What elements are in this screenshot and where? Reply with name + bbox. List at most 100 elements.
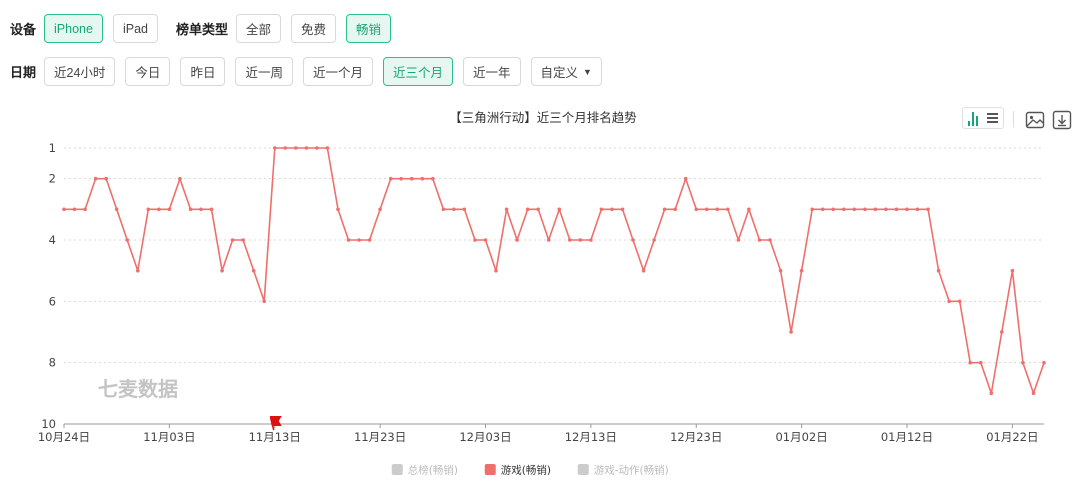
data-point [905,207,909,212]
x-tick-label-5: 12月13日 [565,430,617,444]
date-option-24h[interactable]: 近24小时 [44,57,116,86]
data-point [241,238,245,242]
data-point [989,391,994,396]
data-point [209,207,214,212]
date-label: 日期 [10,66,37,81]
data-point [304,146,309,150]
data-point [483,238,488,242]
date-option-custom-dropdown[interactable]: 自定义 ▼ [530,57,602,86]
x-tick-label-9: 01月22日 [986,430,1038,444]
data-point [515,238,519,242]
x-tick-label-4: 12月03日 [459,430,511,444]
legend-swatch-1 [484,464,496,475]
data-point [873,207,878,212]
data-point [705,207,709,212]
date-option-week[interactable]: 近一周 [235,57,293,86]
data-point [757,238,762,242]
data-point [294,146,298,150]
data-point [926,207,930,212]
y-tick-label-1: 1 [49,141,56,155]
date-option-year[interactable]: 近一年 [463,57,521,86]
date-option-yesterday[interactable]: 昨日 [180,57,226,86]
filter-row-device: 设备 iPhone iPad 榜单类型 全部 免费 畅销 [10,14,401,43]
data-point [146,207,151,212]
custom-label: 自定义 [540,66,579,80]
y-tick-label-10: 10 [41,417,56,431]
data-point [367,238,372,242]
data-point [1021,360,1025,365]
caret-down-icon: ▼ [583,66,592,77]
data-point [915,207,920,212]
data-point [768,238,772,242]
data-point [968,360,972,365]
data-point [378,207,382,212]
device-option-iphone[interactable]: iPhone [44,14,103,43]
data-point [1000,330,1004,334]
data-point [1042,360,1046,365]
x-tick-label-6: 12月23日 [670,430,722,444]
y-tick-label-8: 8 [49,356,56,370]
data-point [979,360,983,365]
data-point [273,146,277,150]
x-tick-label-8: 01月12日 [881,430,933,444]
data-point [673,207,677,212]
data-point [167,207,172,212]
data-point [230,238,235,242]
data-point [346,238,351,242]
data-point [662,207,667,212]
device-option-ipad[interactable]: iPad [112,14,158,43]
data-point [262,299,267,304]
data-point [726,207,730,212]
data-point [93,176,98,181]
data-point [388,176,393,181]
data-point [431,176,435,181]
data-point [104,176,108,181]
data-point [578,238,583,242]
data-point [589,238,593,242]
data-point [188,207,193,212]
data-point [747,207,751,212]
data-point [125,238,129,242]
y-tick-label-4: 4 [49,233,56,247]
data-point [504,207,509,212]
data-point [1010,268,1015,273]
list-type-option-all[interactable]: 全部 [236,14,282,43]
legend-label-2: 游戏-动作(畅销) [594,464,669,477]
data-point [441,207,446,212]
data-point [620,207,625,212]
data-point [536,207,540,212]
data-point [631,238,635,242]
list-type-option-grossing[interactable]: 畅销 [346,14,392,43]
data-point [546,238,551,242]
data-point [473,238,477,242]
data-point [957,299,962,304]
data-point [557,207,562,212]
date-option-month[interactable]: 近一个月 [302,57,373,86]
data-point [568,238,572,242]
date-option-three-months[interactable]: 近三个月 [382,57,453,86]
legend-swatch-0 [391,464,403,475]
data-point [357,238,361,242]
data-point [178,176,182,181]
device-label: 设备 [10,23,37,38]
list-type-option-free[interactable]: 免费 [291,14,337,43]
data-point [936,268,941,273]
data-point [852,207,857,212]
data-point [114,207,119,212]
data-point [199,207,203,212]
data-point [1031,391,1036,396]
legend-label-1: 游戏(畅销) [501,464,551,477]
data-point [599,207,604,212]
data-point [136,268,140,273]
rank-trend-chart: 【三角洲行动】近三个月排名趋势 1 2 4 6 8 10 七麦数据 10月24日 11月03日 11… [38,110,1046,477]
date-option-today[interactable]: 今日 [125,57,171,86]
data-point [83,207,87,212]
data-point [715,207,720,212]
data-point [820,207,825,212]
legend-label-0: 总榜(畅销) [408,464,458,477]
y-tick-label-2: 2 [49,172,56,186]
x-tick-label-1: 11月03日 [143,430,195,444]
data-point [652,238,656,242]
data-point [315,146,319,150]
data-point [462,207,467,212]
